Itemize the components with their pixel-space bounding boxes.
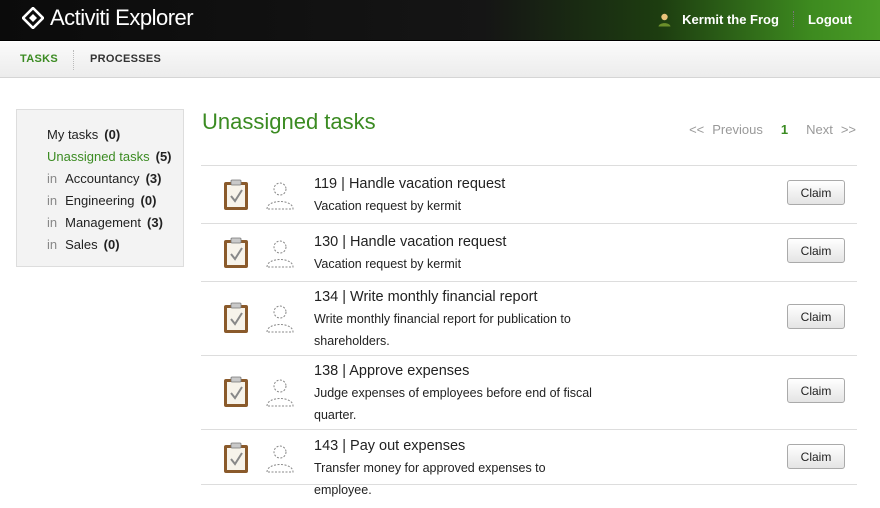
clipboard-check-icon bbox=[224, 302, 248, 333]
task-title[interactable]: 138 | Approve expenses bbox=[314, 363, 469, 379]
task-title[interactable]: 143 | Pay out expenses bbox=[314, 438, 465, 454]
user-avatar-icon bbox=[658, 13, 671, 26]
task-list: 119 | Handle vacation request Vacation r… bbox=[201, 165, 857, 497]
sidebar-item-label: Sales bbox=[65, 237, 98, 252]
person-placeholder-icon bbox=[266, 305, 294, 333]
main-nav: TASKS PROCESSES bbox=[0, 42, 880, 78]
sidebar-item-count: (3) bbox=[145, 171, 162, 186]
task-description: Vacation request by kermit bbox=[314, 257, 462, 271]
sidebar-item-accountancy[interactable]: in Accountancy (3) bbox=[47, 171, 161, 186]
claim-button[interactable]: Claim bbox=[787, 180, 845, 205]
person-placeholder-icon bbox=[266, 182, 294, 210]
activiti-logo-icon bbox=[22, 7, 44, 29]
sidebar-item-count: (0) bbox=[103, 237, 120, 252]
next-arrows[interactable]: >> bbox=[841, 122, 856, 137]
clipboard-check-icon bbox=[224, 179, 248, 210]
task-row[interactable]: 143 | Pay out expenses Transfer money fo… bbox=[201, 429, 857, 497]
sidebar-item-label: Accountancy bbox=[65, 171, 140, 186]
sidebar-item-label: Management bbox=[65, 215, 142, 230]
sidebar-item-prefix: in bbox=[47, 193, 58, 208]
nav-divider bbox=[73, 50, 74, 70]
sidebar-item-label: Unassigned tasks bbox=[47, 149, 150, 164]
task-row[interactable]: 119 | Handle vacation request Vacation r… bbox=[201, 165, 857, 223]
sidebar-item-management[interactable]: in Management (3) bbox=[47, 215, 163, 230]
sidebar-item-my-tasks[interactable]: My tasks (0) bbox=[47, 127, 120, 142]
sidebar-item-prefix: in bbox=[47, 215, 58, 230]
next-page-link[interactable]: Next bbox=[806, 122, 833, 137]
tab-tasks[interactable]: TASKS bbox=[20, 53, 58, 65]
sidebar-item-prefix: in bbox=[47, 237, 58, 252]
person-placeholder-icon bbox=[266, 240, 294, 268]
task-title[interactable]: 119 | Handle vacation request bbox=[314, 176, 505, 192]
header-bar: Activiti Explorer Kermit the Frog Logout bbox=[0, 0, 880, 41]
user-menu: Kermit the Frog Logout bbox=[657, 11, 852, 27]
sidebar-item-engineering[interactable]: in Engineering (0) bbox=[47, 193, 156, 208]
person-placeholder-icon bbox=[266, 445, 294, 473]
sidebar-item-label: My tasks bbox=[47, 127, 99, 142]
app-title: Activiti Explorer bbox=[50, 5, 194, 30]
user-name[interactable]: Kermit the Frog bbox=[682, 12, 779, 27]
pagination: << Previous 1 Next >> bbox=[689, 122, 856, 137]
page-title: Unassigned tasks bbox=[202, 109, 376, 134]
task-row[interactable]: 130 | Handle vacation request Vacation r… bbox=[201, 223, 857, 281]
sidebar-item-label: Engineering bbox=[65, 193, 135, 208]
claim-button[interactable]: Claim bbox=[787, 378, 845, 403]
clipboard-check-icon bbox=[224, 376, 248, 407]
sidebar-item-count: (0) bbox=[104, 127, 121, 142]
claim-button[interactable]: Claim bbox=[787, 304, 845, 329]
task-description: Judge expenses of employees before end o… bbox=[314, 386, 592, 422]
task-row[interactable]: 138 | Approve expenses Judge expenses of… bbox=[201, 355, 857, 429]
task-row[interactable]: 134 | Write monthly financial report Wri… bbox=[201, 281, 857, 355]
task-title[interactable]: 130 | Handle vacation request bbox=[314, 234, 506, 250]
logout-link[interactable]: Logout bbox=[808, 12, 852, 27]
previous-page-link[interactable]: Previous bbox=[712, 122, 763, 137]
app-logo[interactable]: Activiti Explorer bbox=[22, 5, 194, 30]
task-description: Vacation request by kermit bbox=[314, 199, 462, 213]
tab-processes[interactable]: PROCESSES bbox=[90, 53, 161, 65]
current-page-number[interactable]: 1 bbox=[781, 122, 788, 137]
claim-button[interactable]: Claim bbox=[787, 238, 845, 263]
task-description: Write monthly financial report for publi… bbox=[314, 312, 571, 348]
sidebar-item-count: (5) bbox=[155, 149, 172, 164]
task-filter-sidebar: My tasks (0) Unassigned tasks (5) in Accoun… bbox=[16, 109, 184, 267]
sidebar-item-prefix: in bbox=[47, 171, 58, 186]
person-placeholder-icon bbox=[266, 379, 294, 407]
task-title[interactable]: 134 | Write monthly financial report bbox=[314, 289, 538, 305]
sidebar-item-unassigned-tasks[interactable]: Unassigned tasks (5) bbox=[47, 149, 172, 164]
header-divider bbox=[792, 11, 794, 27]
prev-arrows[interactable]: << bbox=[689, 122, 704, 137]
clipboard-check-icon bbox=[224, 237, 248, 268]
claim-button[interactable]: Claim bbox=[787, 444, 845, 469]
sidebar-item-sales[interactable]: in Sales (0) bbox=[47, 237, 120, 252]
sidebar-item-count: (3) bbox=[147, 215, 163, 230]
sidebar-item-count: (0) bbox=[140, 193, 157, 208]
task-description: Transfer money for approved expenses to … bbox=[314, 461, 546, 497]
clipboard-check-icon bbox=[224, 442, 248, 473]
